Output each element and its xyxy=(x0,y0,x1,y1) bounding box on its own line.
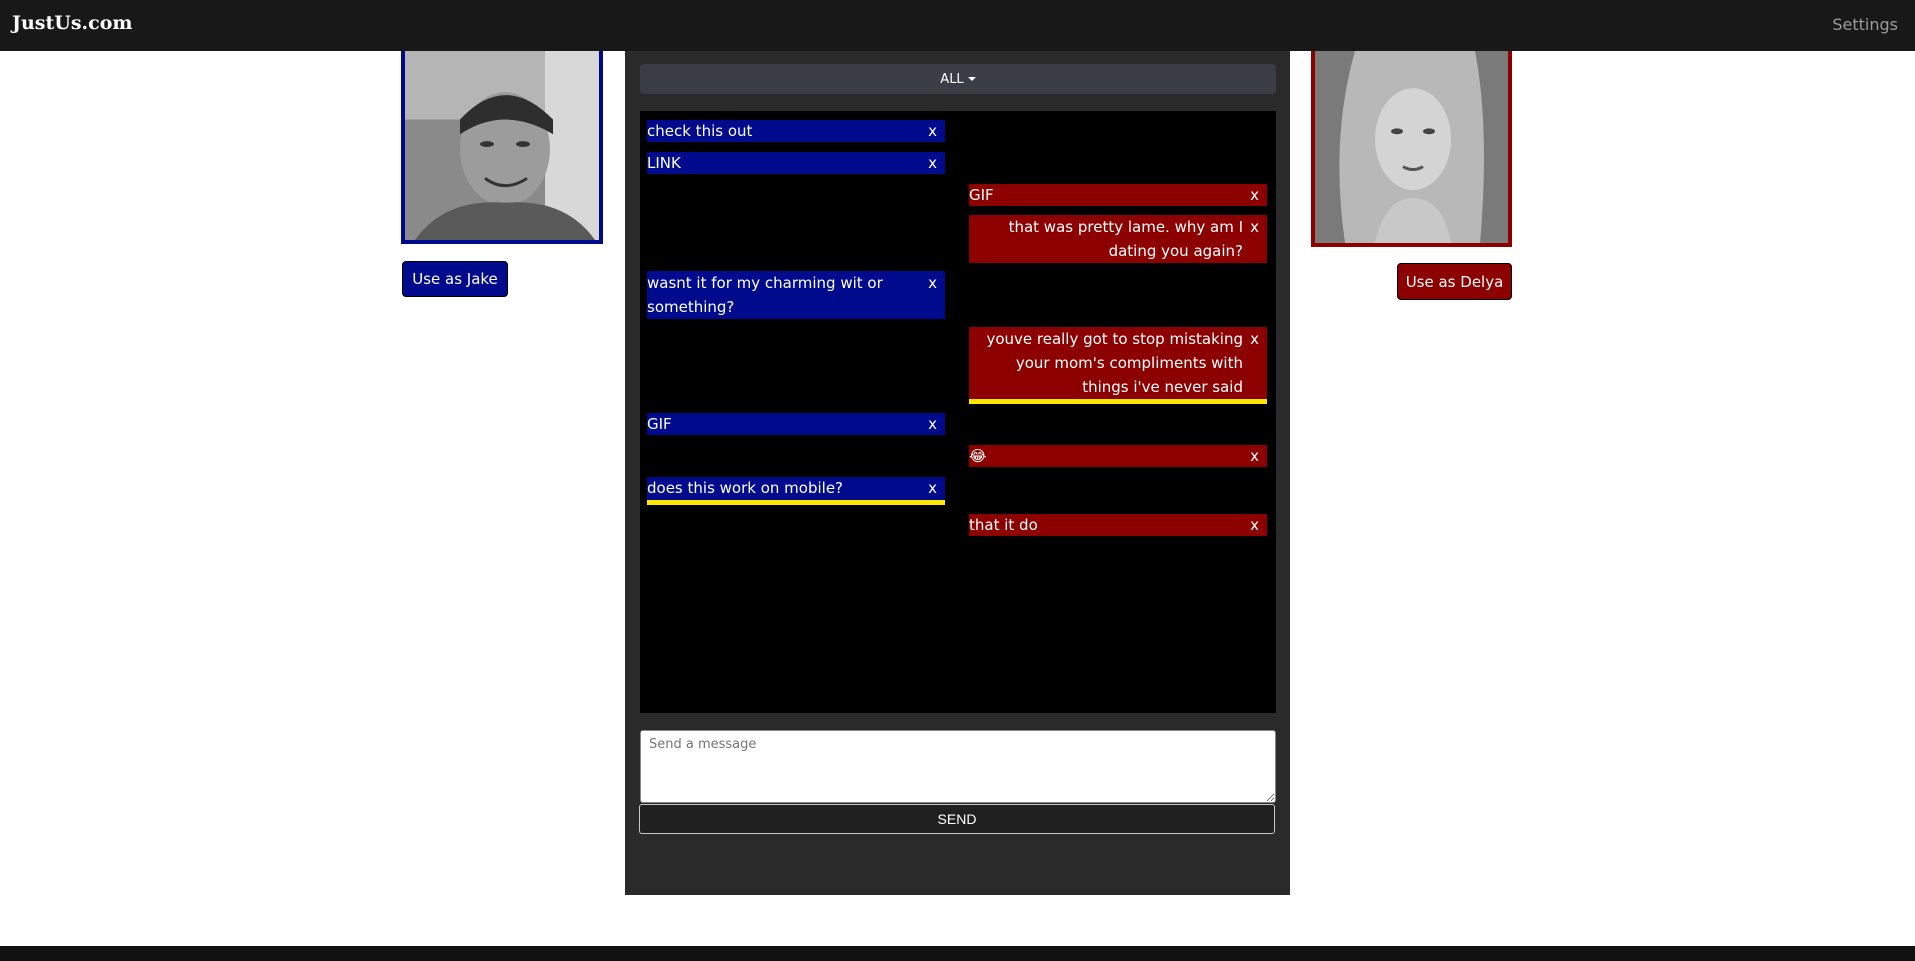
message-text: GIF xyxy=(969,186,994,204)
top-navbar: JustUs.com Settings xyxy=(0,0,1915,51)
message-bubble: LINK x xyxy=(647,152,945,174)
delya-profile-photo xyxy=(1311,51,1512,247)
message-text: wasnt it for my charming wit or somethin… xyxy=(647,274,883,316)
message-bubble: 😂 x xyxy=(969,445,1267,467)
message-text: that it do xyxy=(969,516,1038,534)
delete-message-button[interactable]: x xyxy=(928,271,937,295)
page-footer xyxy=(0,946,1915,961)
brand-logo-link[interactable]: JustUs.com xyxy=(12,12,133,34)
caret-down-icon xyxy=(967,77,976,81)
message-bubble: wasnt it for my charming wit or somethin… xyxy=(647,271,945,319)
message-text: does this work on mobile? xyxy=(647,479,844,497)
jake-profile-photo xyxy=(401,51,603,244)
delete-message-button[interactable]: x xyxy=(928,413,937,435)
message-bubble: that was pretty lame. why am I dating yo… xyxy=(969,215,1267,263)
filter-label: ALL xyxy=(940,71,964,87)
delete-message-button[interactable]: x xyxy=(1250,215,1259,239)
delete-message-button[interactable]: x xyxy=(928,477,937,499)
delete-message-button[interactable]: x xyxy=(928,120,937,142)
message-bubble: that it do x xyxy=(969,514,1267,536)
delete-message-button[interactable]: x xyxy=(1250,445,1259,467)
message-text: GIF xyxy=(647,415,672,433)
use-as-jake-button[interactable]: Use as Jake xyxy=(402,261,508,297)
message-bubble-highlighted: does this work on mobile? x xyxy=(647,477,945,505)
message-bubble: check this out x xyxy=(647,120,945,142)
message-input[interactable] xyxy=(640,730,1276,803)
send-button[interactable]: SEND xyxy=(639,804,1275,834)
message-bubble: GIF x xyxy=(647,413,945,435)
delete-message-button[interactable]: x xyxy=(1250,327,1259,351)
message-text: 😂 xyxy=(969,447,987,465)
message-text: youve really got to stop mistaking your … xyxy=(986,330,1243,396)
message-text: LINK xyxy=(647,154,681,172)
delete-message-button[interactable]: x xyxy=(1250,184,1259,206)
settings-link[interactable]: Settings xyxy=(1832,15,1898,34)
message-text: that was pretty lame. why am I dating yo… xyxy=(1008,218,1243,260)
delete-message-button[interactable]: x xyxy=(1250,514,1259,536)
message-bubble: GIF x xyxy=(969,184,1267,206)
message-text: check this out xyxy=(647,122,753,140)
message-filter-dropdown[interactable]: ALL xyxy=(640,64,1276,94)
delete-message-button[interactable]: x xyxy=(928,152,937,174)
use-as-delya-button[interactable]: Use as Delya xyxy=(1397,263,1512,300)
message-bubble-highlighted: youve really got to stop mistaking your … xyxy=(969,327,1267,404)
